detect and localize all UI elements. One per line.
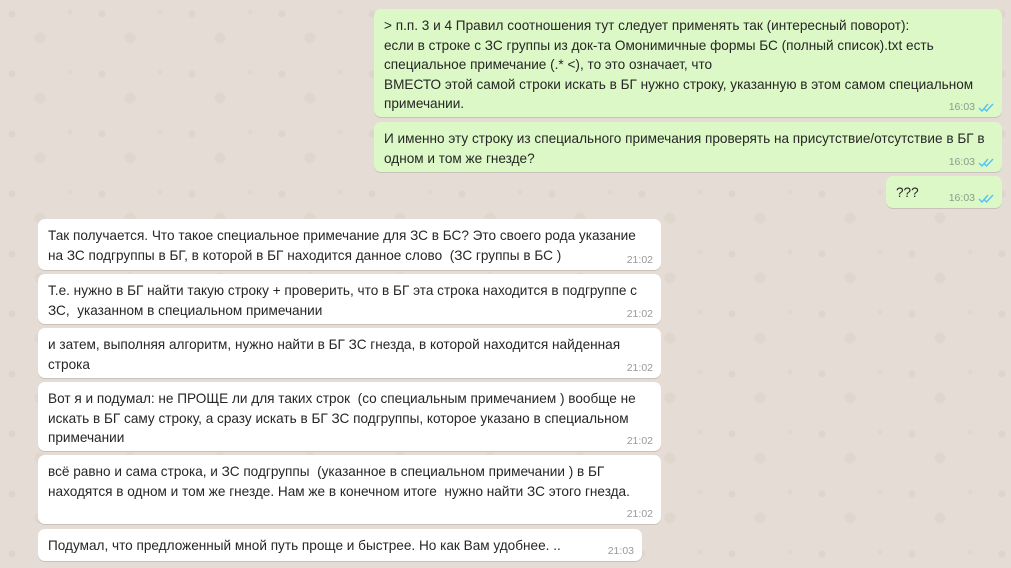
message-time: 16:03	[948, 192, 975, 204]
message-incoming[interactable]: всё равно и сама строка, и ЗС подгруппы …	[38, 455, 661, 524]
message-incoming[interactable]: Т.е. нужно в БГ найти такую строку + про…	[38, 274, 661, 324]
message-incoming[interactable]: Так получается. Что такое специальное пр…	[38, 219, 661, 270]
message-meta: 21:02	[627, 254, 653, 266]
message-text: > п.п. 3 и 4 Правил соотношения тут след…	[384, 18, 974, 111]
message-time: 16:03	[948, 156, 975, 168]
message-meta: 21:03	[608, 545, 634, 557]
double-check-read-icon	[978, 194, 994, 203]
message-time: 21:02	[626, 362, 653, 374]
message-text: Вот я и подумал: не ПРОЩЕ ли для таких с…	[48, 391, 640, 445]
message-meta: 21:02	[627, 508, 653, 520]
message-text: Т.е. нужно в БГ найти такую строку + про…	[48, 283, 641, 318]
message-list[interactable]: > п.п. 3 и 4 Правил соотношения тут след…	[0, 0, 1011, 568]
message-meta: 21:02	[627, 362, 653, 374]
message-text: Подумал, что предложенный мной путь прощ…	[48, 538, 561, 553]
message-meta: 16:03	[949, 156, 994, 168]
message-time: 21:02	[626, 508, 653, 520]
message-outgoing[interactable]: И именно эту строку из специального прим…	[374, 122, 1002, 172]
message-incoming[interactable]: Подумал, что предложенный мной путь прощ…	[38, 529, 642, 561]
message-outgoing[interactable]: ??? 16:03	[886, 176, 1002, 208]
message-incoming[interactable]: и затем, выполняя алгоритм, нужно найти …	[38, 328, 661, 378]
message-time: 21:02	[626, 308, 653, 320]
message-meta: 21:02	[627, 308, 653, 320]
message-text: И именно эту строку из специального прим…	[384, 131, 989, 166]
message-incoming[interactable]: Вот я и подумал: не ПРОЩЕ ли для таких с…	[38, 382, 661, 451]
message-time: 21:02	[626, 435, 653, 447]
message-meta: 16:03	[949, 192, 994, 204]
double-check-read-icon	[978, 158, 994, 167]
message-outgoing[interactable]: > п.п. 3 и 4 Правил соотношения тут след…	[374, 9, 1002, 117]
double-check-read-icon	[978, 103, 994, 112]
message-meta: 21:02	[627, 435, 653, 447]
message-text: Так получается. Что такое специальное пр…	[48, 228, 640, 263]
message-meta: 16:03	[949, 101, 994, 113]
message-time: 21:02	[626, 254, 653, 266]
message-text: и затем, выполняя алгоритм, нужно найти …	[48, 337, 624, 372]
message-text: всё равно и сама строка, и ЗС подгруппы …	[48, 464, 630, 499]
message-time: 21:03	[607, 545, 634, 557]
message-time: 16:03	[948, 101, 975, 113]
